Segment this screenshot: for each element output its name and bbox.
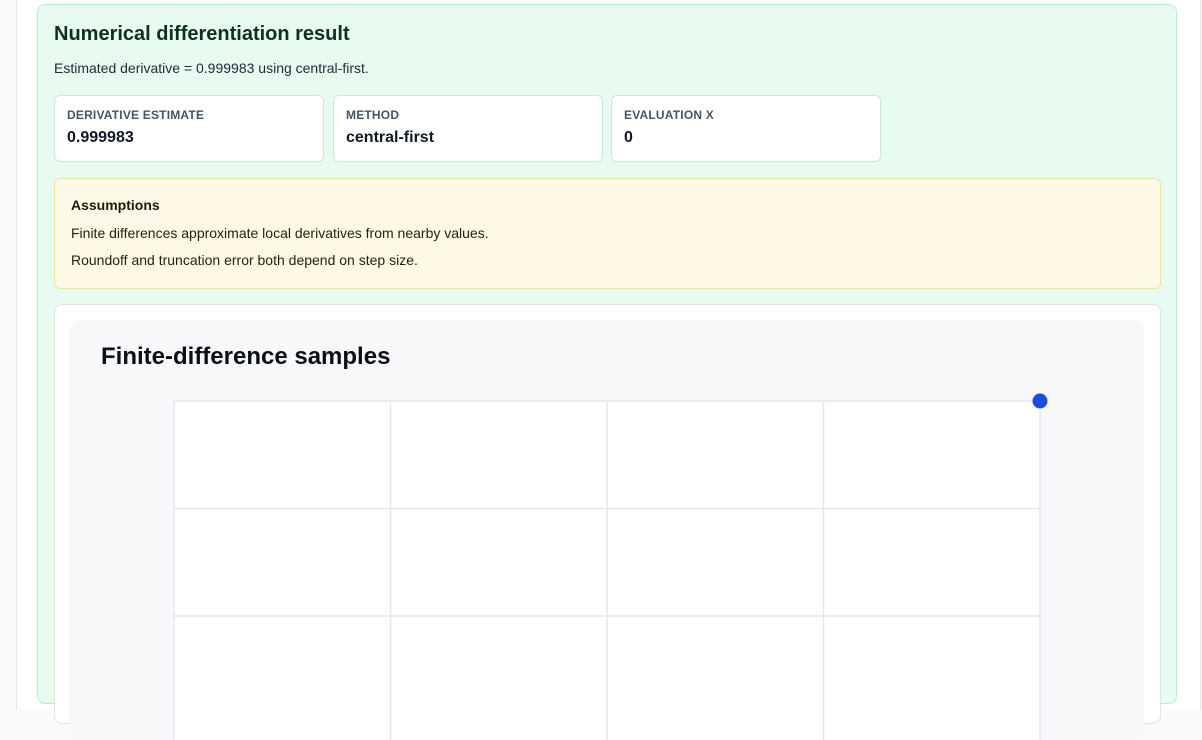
assumptions-title: Assumptions (71, 197, 160, 213)
data-point (1032, 393, 1048, 409)
result-panel: Numerical differentiation result Estimat… (37, 4, 1177, 740)
metric-card-method: METHOD central-first (333, 95, 603, 162)
metric-label: METHOD (346, 108, 400, 122)
metric-value: central-first (346, 129, 435, 146)
metric-label: EVALUATION X (624, 108, 714, 122)
result-title: Numerical differentiation result (54, 23, 350, 45)
chart-card: Finite-difference samples (54, 304, 1161, 740)
metric-label: DERIVATIVE ESTIMATE (67, 108, 205, 122)
chart-container: Finite-difference samples (70, 320, 1144, 740)
assumptions-box: Assumptions Finite differences approxima… (54, 178, 1161, 289)
metric-card-evaluation-x: EVALUATION X 0 (611, 95, 881, 162)
metric-value: 0.999983 (67, 129, 134, 146)
assumption-item: Finite differences approximate local der… (71, 225, 489, 241)
assumption-item: Roundoff and truncation error both depen… (71, 252, 418, 268)
chart-plot (173, 393, 1048, 740)
metric-card-derivative: DERIVATIVE ESTIMATE 0.999983 (54, 95, 324, 162)
metric-value: 0 (624, 129, 633, 146)
page-container: Numerical differentiation result Estimat… (16, 0, 1201, 740)
result-summary: Estimated derivative = 0.999983 using ce… (54, 60, 369, 76)
